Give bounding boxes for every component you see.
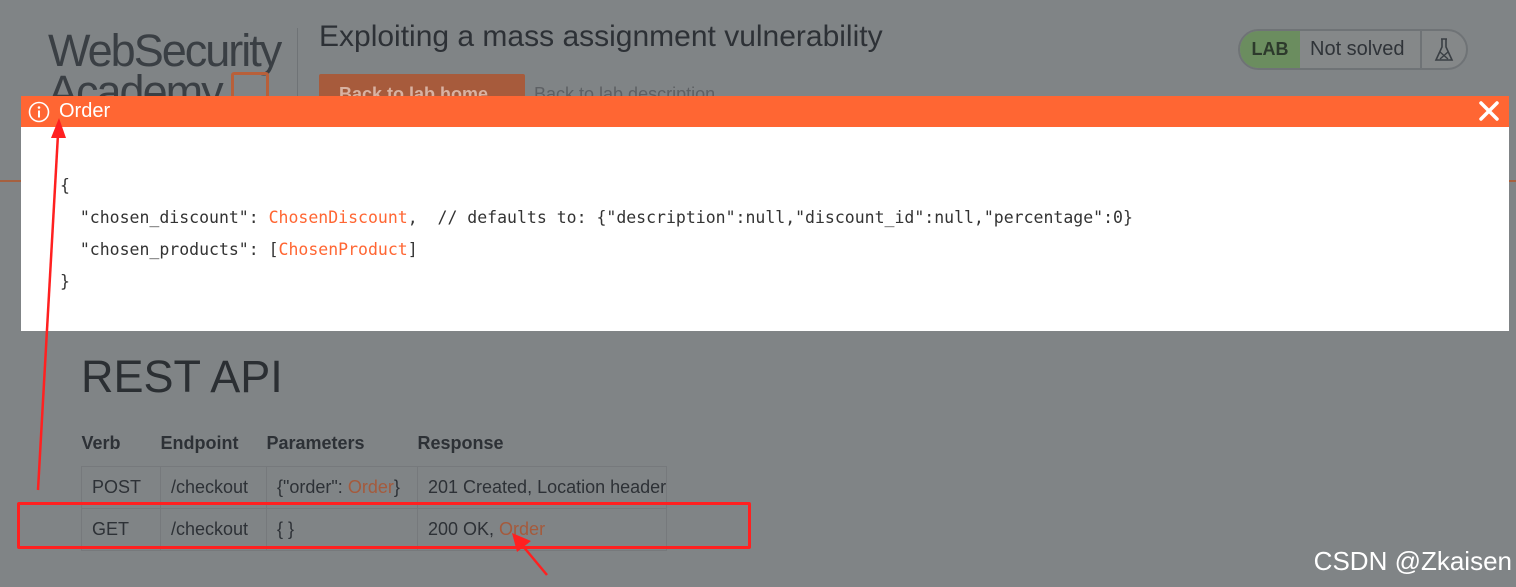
annotation-arrow-head-up [51, 118, 66, 138]
csdn-watermark: CSDN @Zkaisen [1313, 546, 1512, 576]
annotation-arrows [36, 118, 548, 576]
annotation-arrow-head-diag [512, 533, 531, 552]
annotation-arrow-line-up [36, 133, 60, 491]
annotation-arrow-line-diag [521, 544, 548, 576]
